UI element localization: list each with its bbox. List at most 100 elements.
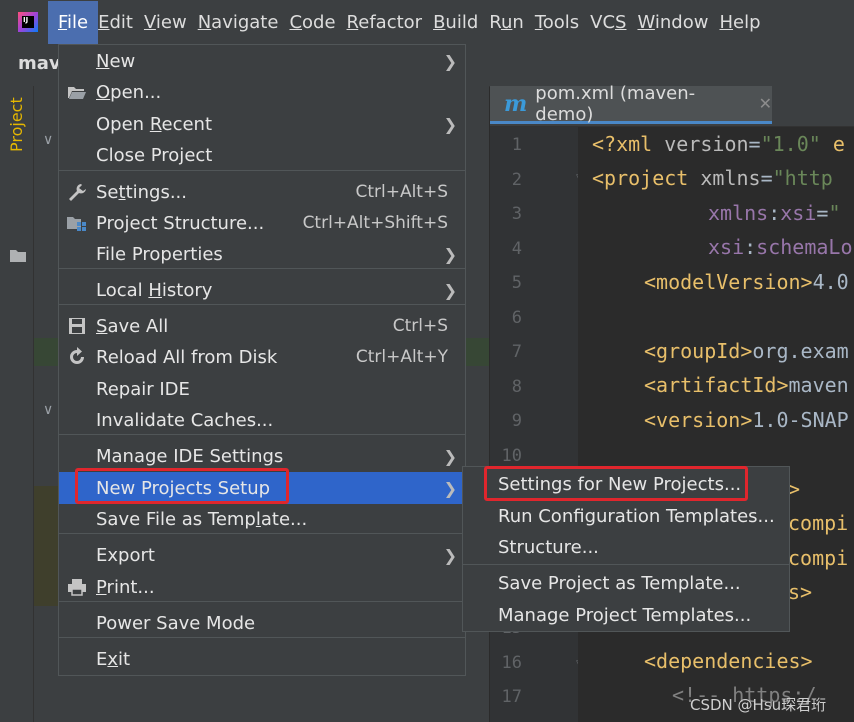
menu-item-file-properties[interactable]: File Properties ❯ bbox=[59, 238, 465, 270]
menubar-item[interactable]: Tools bbox=[535, 12, 590, 33]
project-tab-label: Project bbox=[7, 97, 26, 152]
menu-item-label: Exit bbox=[96, 648, 131, 670]
shortcut-label: Ctrl+Alt+Y bbox=[355, 347, 448, 367]
tree-highlight-strip bbox=[34, 486, 58, 606]
chevron-down-icon[interactable]: ∨ bbox=[43, 402, 53, 418]
menu-item-label: Save All bbox=[96, 315, 169, 337]
wrench-icon bbox=[65, 181, 89, 203]
menu-item-label: Power Save Mode bbox=[96, 612, 256, 634]
menu-item-label: Save File as Template... bbox=[96, 508, 308, 530]
editor-tab-bar: m pom.xml (maven-demo) ✕ bbox=[490, 82, 854, 127]
submenu-item-label: Structure... bbox=[498, 536, 599, 558]
menu-item-save-file-as-template[interactable]: Save File as Template... bbox=[59, 503, 465, 535]
folder-icon bbox=[10, 250, 26, 262]
chevron-right-icon: ❯ bbox=[443, 51, 457, 71]
menu-item-reload-all-from-disk[interactable]: Reload All from Disk Ctrl+Alt+Y bbox=[59, 341, 465, 373]
chevron-down-icon[interactable]: ∨ bbox=[43, 132, 53, 148]
menubar-item[interactable]: Code bbox=[289, 12, 346, 33]
maven-icon: m bbox=[504, 90, 528, 117]
line-number: 1 bbox=[511, 135, 522, 155]
menu-item-open-recent[interactable]: Open Recent ❯ bbox=[59, 108, 465, 140]
menubar-item[interactable]: Window bbox=[637, 12, 719, 33]
file-menu-popup: New ❯ Open... Open Recent ❯ Close Project Sett… bbox=[58, 44, 466, 676]
menubar: IJ File Edit View Navigate Code Refactor Build… bbox=[0, 0, 854, 44]
submenu-item-manage-project-templates[interactable]: Manage Project Templates... bbox=[463, 599, 789, 631]
menubar-item[interactable]: View bbox=[144, 12, 198, 33]
menubar-item[interactable]: Build bbox=[433, 12, 489, 33]
menubar-item[interactable]: File bbox=[48, 0, 99, 44]
code-line: <version>1.0-SNAP bbox=[644, 408, 849, 432]
intellij-logo-icon[interactable]: IJ bbox=[18, 12, 38, 32]
close-icon[interactable]: ✕ bbox=[759, 94, 772, 113]
line-number: 10 bbox=[501, 445, 522, 466]
code-line: compi bbox=[788, 546, 849, 570]
menu-item-new-projects-setup[interactable]: New Projects Setup ❯ bbox=[59, 472, 465, 504]
menu-item-label: Export bbox=[96, 544, 155, 566]
code-line: <project xmlns="http bbox=[592, 166, 833, 190]
print-icon bbox=[65, 576, 89, 598]
code-line: s> bbox=[788, 580, 813, 604]
menu-item-export[interactable]: Export ❯ bbox=[59, 539, 465, 571]
line-number: 7 bbox=[511, 342, 522, 362]
menu-item-local-history[interactable]: Local History ❯ bbox=[59, 274, 465, 306]
menubar-item[interactable]: Refactor bbox=[347, 12, 434, 33]
watermark: CSDN @Hsu琛君珩 bbox=[690, 696, 827, 714]
project-structure-icon bbox=[65, 212, 89, 234]
code-line: xsi:schemaLo bbox=[708, 235, 853, 259]
menu-item-label: Repair IDE bbox=[96, 378, 190, 400]
tab-pom-xml[interactable]: m pom.xml (maven-demo) ✕ bbox=[490, 82, 772, 125]
left-tool-strip: Project bbox=[0, 86, 34, 722]
menubar-item[interactable]: Help bbox=[719, 12, 771, 33]
menu-item-repair-ide[interactable]: Repair IDE bbox=[59, 373, 465, 405]
menu-item-label: Close Project bbox=[96, 144, 213, 166]
menu-item-project-structure[interactable]: Project Structure... Ctrl+Alt+Shift+S bbox=[59, 207, 465, 239]
line-number: 6 bbox=[511, 307, 522, 328]
menu-item-settings[interactable]: Settings... Ctrl+Alt+S bbox=[59, 176, 465, 208]
line-number: 5 bbox=[511, 273, 522, 293]
submenu-item-settings-for-new-projects[interactable]: Settings for New Projects... bbox=[463, 468, 789, 500]
shortcut-label: Ctrl+S bbox=[392, 316, 448, 336]
shortcut-label: Ctrl+Alt+Shift+S bbox=[302, 213, 448, 233]
submenu-item-run-configuration-templates[interactable]: Run Configuration Templates... bbox=[463, 500, 789, 532]
menu-item-label: Manage IDE Settings bbox=[96, 445, 284, 467]
menubar-item[interactable]: Run bbox=[489, 12, 535, 33]
submenu-item-structure[interactable]: Structure... bbox=[463, 531, 789, 563]
chevron-right-icon: ❯ bbox=[443, 280, 457, 300]
menu-item-save-all[interactable]: Save All Ctrl+S bbox=[59, 310, 465, 342]
menu-item-exit[interactable]: Exit bbox=[59, 643, 465, 675]
chevron-right-icon: ❯ bbox=[443, 114, 457, 134]
tab-label: pom.xml (maven-demo) bbox=[535, 82, 696, 125]
menubar-item[interactable]: VCS bbox=[590, 12, 637, 33]
menu-item-label: Project Structure... bbox=[96, 212, 265, 234]
chevron-right-icon: ❯ bbox=[443, 478, 457, 498]
menu-item-invalidate-caches[interactable]: Invalidate Caches... bbox=[59, 404, 465, 436]
menu-separator bbox=[463, 564, 789, 565]
line-number: 3 bbox=[511, 204, 522, 224]
line-number: 4 bbox=[511, 238, 522, 259]
submenu-item-label: Manage Project Templates... bbox=[498, 604, 752, 626]
folder-open-icon bbox=[65, 81, 89, 103]
submenu-item-save-project-as-template[interactable]: Save Project as Template... bbox=[463, 567, 789, 599]
chevron-right-icon: ❯ bbox=[443, 545, 457, 565]
submenu-item-label: Settings for New Projects... bbox=[498, 473, 742, 495]
menu-item-manage-ide-settings[interactable]: Manage IDE Settings ❯ bbox=[59, 440, 465, 472]
project-tool-window-tab[interactable]: Project bbox=[7, 97, 29, 248]
menu-item-new[interactable]: New ❯ bbox=[59, 45, 465, 77]
new-projects-setup-submenu: Settings for New Projects... Run Configur… bbox=[462, 466, 790, 632]
menubar-item[interactable]: Navigate bbox=[198, 12, 290, 33]
code-line: <dependencies> bbox=[644, 649, 813, 673]
chevron-right-icon: ❯ bbox=[443, 446, 457, 466]
menu-item-power-save-mode[interactable]: Power Save Mode bbox=[59, 607, 465, 639]
chevron-right-icon: ❯ bbox=[443, 244, 457, 264]
menu-item-label: Print... bbox=[96, 576, 155, 598]
menu-item-print[interactable]: Print... bbox=[59, 571, 465, 603]
code-editor[interactable]: <?xml version="1.0" e <project xmlns="ht… bbox=[578, 127, 854, 722]
save-icon bbox=[65, 315, 89, 337]
code-line: xmlns:xsi=" bbox=[708, 201, 841, 225]
code-line: compi bbox=[788, 511, 849, 535]
menu-item-label: New bbox=[96, 50, 136, 72]
menu-item-label: File Properties bbox=[96, 243, 223, 265]
menu-item-close-project[interactable]: Close Project bbox=[59, 139, 465, 171]
menu-item-open[interactable]: Open... bbox=[59, 76, 465, 108]
menubar-item[interactable]: Edit bbox=[98, 12, 144, 33]
